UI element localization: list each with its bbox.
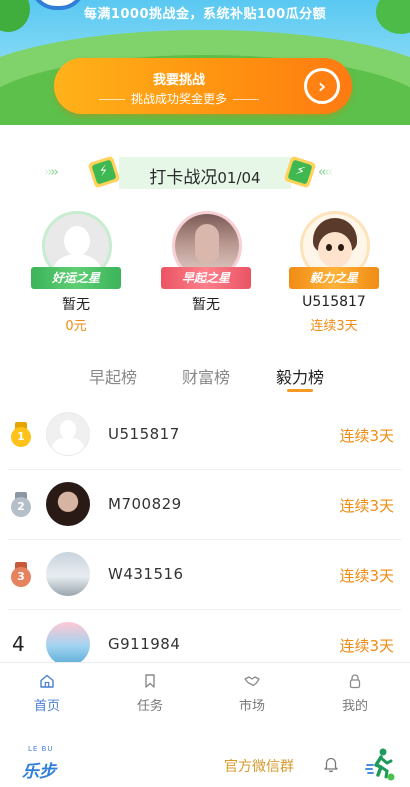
user-name: G911984 xyxy=(108,635,181,653)
bell-icon[interactable] xyxy=(322,755,340,773)
list-item[interactable]: 2 M700829 连续3天 xyxy=(0,470,410,540)
chevron-right-decoration-icon: ›››› xyxy=(44,165,59,180)
tab-persistence[interactable]: 毅力榜 xyxy=(260,364,340,388)
list-item[interactable]: 4 G911984 连续3天 xyxy=(0,610,410,662)
user-name: M700829 xyxy=(108,495,182,513)
tab-early-rise[interactable]: 早起榜 xyxy=(73,364,153,388)
ranking-tabs: 早起榜 财富榜 毅力榜 xyxy=(0,364,410,394)
ranking-list[interactable]: 1 U515817 连续3天 2 M700829 连续3天 3 W431516 … xyxy=(0,400,410,662)
persistence-star-card[interactable]: 毅力之星 U515817 连续3天 xyxy=(289,211,379,336)
challenge-title: 我要挑战 xyxy=(152,73,205,88)
runner-icon[interactable] xyxy=(364,747,396,781)
bottom-tab-bar: 首页 任务 市场 我的 xyxy=(0,662,410,722)
streak-days: 连续3天 xyxy=(339,497,394,515)
challenge-subtitle: 挑战成功奖金更多 xyxy=(54,90,304,107)
avatar xyxy=(46,482,90,526)
wechat-group-link[interactable]: 官方微信群 xyxy=(224,756,294,776)
avatar xyxy=(46,412,90,456)
subsidy-notice: 每满1000挑战金，系统补贴100瓜分额 xyxy=(83,7,327,22)
streak-days: 连续3天 xyxy=(339,637,394,655)
lebu-logo: LE BU 乐步 xyxy=(22,745,62,782)
rank-number: 4 xyxy=(12,632,25,656)
podium-name: U515817 xyxy=(302,294,366,310)
active-tab-indicator xyxy=(287,389,313,392)
tab-wealth[interactable]: 财富榜 xyxy=(166,364,246,388)
user-name: U515817 xyxy=(108,425,180,443)
user-name: W431516 xyxy=(108,565,184,583)
early-star-ribbon: 早起之星 xyxy=(161,267,251,289)
checkin-status-header: ›››› ⚡ 打卡战况01/04 ⚡ ‹‹‹‹ xyxy=(0,155,410,191)
start-challenge-button[interactable]: 我要挑战 挑战成功奖金更多 › xyxy=(54,58,352,114)
home-icon xyxy=(40,674,54,688)
podium-value: 连续3天 xyxy=(310,319,358,334)
tab-market-label: 市场 xyxy=(238,699,265,714)
persistence-star-ribbon: 毅力之星 xyxy=(289,267,379,289)
tab-home-label: 首页 xyxy=(33,699,60,714)
lock-icon xyxy=(349,674,361,689)
checkin-title: 打卡战况01/04 xyxy=(119,163,291,188)
podium-name: 暂无 xyxy=(192,297,220,313)
tab-tasks-label: 任务 xyxy=(136,699,163,714)
gold-medal-icon: 1 xyxy=(11,422,31,447)
challenge-banner: 每满1000挑战金，系统补贴100瓜分额 我要挑战 挑战成功奖金更多 › xyxy=(0,0,410,125)
streak-days: 连续3天 xyxy=(339,567,394,585)
checkin-count: 01/04 xyxy=(217,169,261,187)
checkin-title-pill: 打卡战况01/04 xyxy=(119,157,291,189)
podium-value: 0元 xyxy=(65,319,87,334)
tab-mine-label: 我的 xyxy=(341,699,368,714)
lightning-card-icon: ⚡ xyxy=(87,155,121,189)
chevron-left-decoration-icon: ‹‹‹‹ xyxy=(318,165,333,180)
tab-mine[interactable]: 我的 xyxy=(315,673,395,714)
tab-home[interactable]: 首页 xyxy=(7,673,87,714)
logo-small-text: LE BU xyxy=(28,745,54,753)
podium-name: 暂无 xyxy=(62,297,90,313)
streak-days: 连续3天 xyxy=(339,427,394,445)
list-item[interactable]: 3 W431516 连续3天 xyxy=(0,540,410,610)
bronze-medal-icon: 3 xyxy=(11,562,31,587)
handshake-icon xyxy=(244,676,260,687)
checkin-title-text: 打卡战况 xyxy=(149,168,218,188)
bookmark-icon xyxy=(145,674,155,688)
footer-bar: LE BU 乐步 官方微信群 xyxy=(0,735,410,787)
avatar xyxy=(46,622,90,662)
arrow-right-icon: › xyxy=(304,68,340,104)
list-item[interactable]: 1 U515817 连续3天 xyxy=(0,400,410,470)
tab-market[interactable]: 市场 xyxy=(212,673,292,714)
lucky-star-ribbon: 好运之星 xyxy=(31,267,121,289)
avatar xyxy=(46,552,90,596)
tab-tasks[interactable]: 任务 xyxy=(110,673,190,714)
silver-medal-icon: 2 xyxy=(11,492,31,517)
logo-text: 乐步 xyxy=(22,762,56,782)
early-star-card[interactable]: 早起之星 暂无 xyxy=(161,211,251,336)
lucky-star-card[interactable]: 好运之星 暂无 0元 xyxy=(31,211,121,336)
